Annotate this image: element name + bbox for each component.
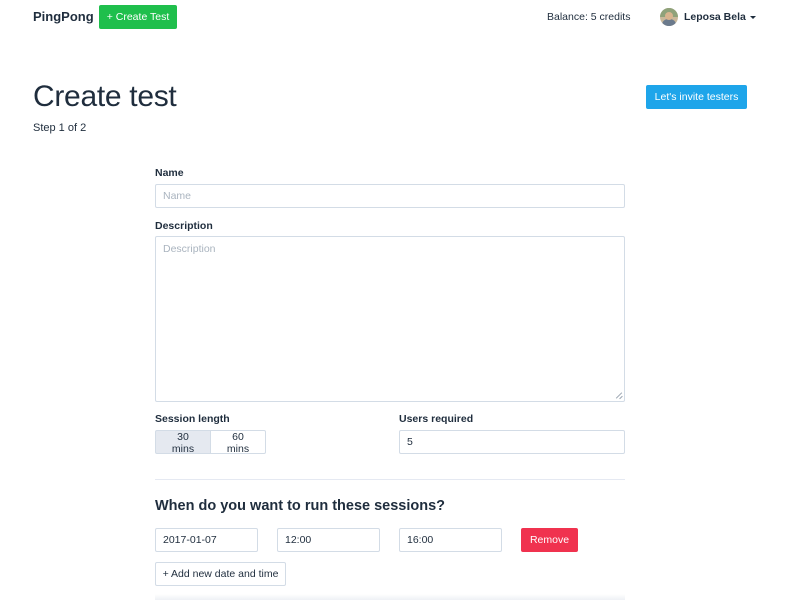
description-textarea[interactable] bbox=[155, 236, 625, 402]
session-date-input[interactable] bbox=[155, 528, 258, 552]
users-required-label: Users required bbox=[399, 413, 474, 425]
description-label: Description bbox=[155, 220, 213, 232]
create-test-button[interactable]: + Create Test bbox=[99, 5, 177, 29]
session-start-time-input[interactable] bbox=[277, 528, 380, 552]
step-indicator: Step 1 of 2 bbox=[33, 122, 87, 134]
top-navbar: PingPong + Create Test Balance: 5 credit… bbox=[0, 0, 799, 36]
resize-handle-icon[interactable] bbox=[616, 392, 623, 399]
user-menu[interactable]: Leposa Bela bbox=[660, 7, 756, 27]
name-label: Name bbox=[155, 167, 184, 179]
session-length-toggle: 30 mins 60 mins bbox=[155, 430, 266, 455]
user-name: Leposa Bela bbox=[684, 11, 746, 23]
add-date-time-button[interactable]: + Add new date and time bbox=[155, 562, 286, 586]
session-30-mins-button[interactable]: 30 mins bbox=[155, 430, 211, 455]
schedule-title: When do you want to run these sessions? bbox=[155, 498, 446, 514]
caret-down-icon bbox=[749, 15, 756, 19]
remove-session-button[interactable]: Remove bbox=[521, 528, 578, 552]
avatar bbox=[660, 8, 678, 26]
section-divider bbox=[155, 479, 625, 480]
invite-testers-button[interactable]: Let's invite testers bbox=[646, 85, 747, 109]
name-input[interactable] bbox=[155, 184, 625, 208]
users-required-input[interactable] bbox=[399, 430, 625, 454]
session-length-label: Session length bbox=[155, 413, 230, 425]
page-title: Create test bbox=[33, 80, 177, 113]
bottom-fade bbox=[155, 594, 625, 600]
session-end-time-input[interactable] bbox=[399, 528, 502, 552]
brand-logo[interactable]: PingPong bbox=[33, 9, 94, 24]
session-60-mins-button[interactable]: 60 mins bbox=[211, 430, 266, 455]
balance-text: Balance: 5 credits bbox=[547, 11, 631, 23]
